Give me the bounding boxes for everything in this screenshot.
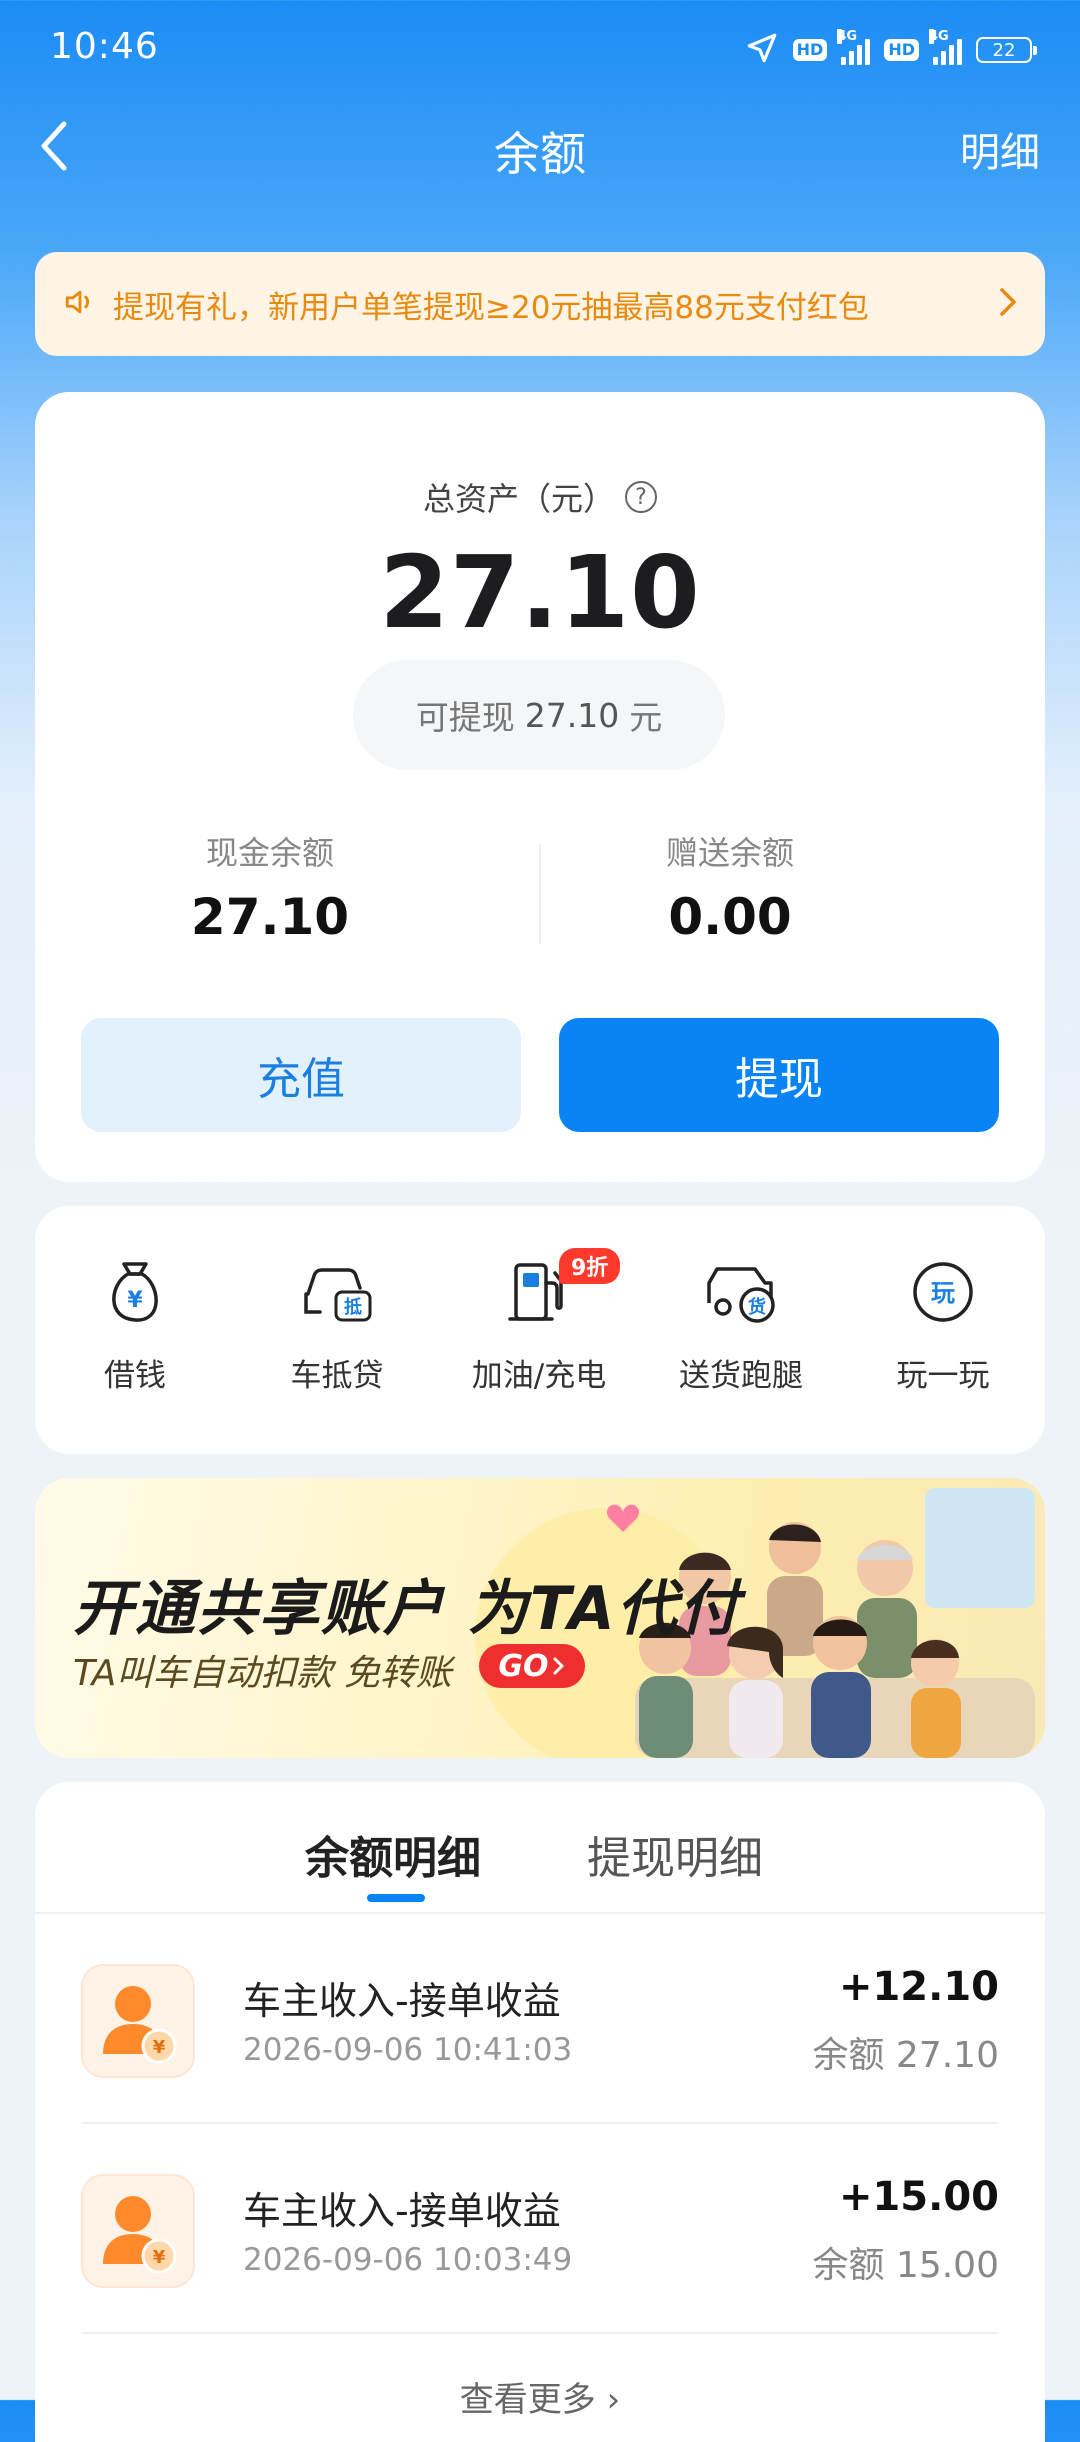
transaction-time: 2026-09-06 10:03:49 [243,2242,573,2278]
banner-subtitle: TA叫车自动扣款 免转账 [73,1653,452,1694]
notice-text: 提现有礼，新用户单笔提现≥20元抽最高88元支付红包 [113,289,869,326]
total-assets-label: 总资产（元） ? [35,474,1045,520]
status-icons: HD 4G HD 4G 22 [745,29,1037,70]
details-link[interactable]: 明细 [960,120,1040,178]
gift-balance-value: 0.00 [668,888,792,946]
balance-after: 余额 15.00 [812,2245,999,2286]
status-time: 10:46 [50,26,159,67]
chevron-right-icon [997,285,1019,323]
signal-icon: 4G [837,29,871,65]
page-title: 余额 [494,127,586,181]
transaction-time: 2026-09-06 10:41:03 [243,2032,573,2068]
records-card: 余额明细 提现明细 ¥ 车主收入-接单收益 2026-09-06 10:41:0… [35,1782,1045,2442]
recharge-button[interactable]: 充值 [81,1018,521,1132]
gift-balance-label: 赠送余额 [665,834,794,872]
balance-after: 余额 27.10 [812,2035,999,2076]
signal-icon: 4G [929,29,962,65]
tab-withdraw-details[interactable]: 提现明细 [587,1822,763,1886]
notice-bar[interactable]: 提现有礼，新用户单笔提现≥20元抽最高88元支付红包 [35,252,1045,356]
svg-text:¥: ¥ [127,1288,143,1313]
service-borrow[interactable]: ¥ 借钱 [35,1246,235,1395]
svg-text:¥: ¥ [153,2037,166,2058]
hd-icon: HD [792,39,828,61]
withdrawable-pill: 可提现 27.10 元 [353,660,725,770]
income-icon: ¥ [81,2174,195,2288]
service-delivery[interactable]: 货 送货跑腿 [641,1246,841,1395]
battery-icon: 22 [976,37,1037,63]
status-bar: 10:46 HD 4G HD 4G 22 [0,0,1080,100]
banner-title: 开通共享账户 为TA代付 [73,1574,741,1644]
svg-text:抵: 抵 [344,1296,362,1318]
svg-text:¥: ¥ [153,2247,166,2268]
tab-balance-details[interactable]: 余额明细 [305,1822,481,1886]
transaction-row[interactable]: ¥ 车主收入-接单收益 2026-09-06 10:03:49 +15.00 余… [35,2124,1045,2334]
car-loan-icon: 抵 [298,1258,376,1330]
withdrawable-unit: 元 [629,698,663,737]
withdrawable-label: 可提现 [415,698,515,737]
svg-text:玩: 玩 [931,1279,955,1307]
service-fuel-charge[interactable]: 9折 加油/充电 [439,1246,639,1395]
delivery-van-icon: 货 [701,1257,781,1331]
divider [81,2332,999,2334]
service-play[interactable]: 玩 玩一玩 [843,1246,1043,1395]
promo-banner[interactable]: 开通共享账户 为TA代付 TA叫车自动扣款 免转账 GO [35,1478,1045,1758]
service-label: 借钱 [104,1358,166,1394]
money-bag-icon: ¥ [100,1256,170,1332]
transaction-amount: +12.10 [838,1964,999,2010]
banner-go-button[interactable]: GO [479,1644,585,1688]
service-label: 送货跑腿 [679,1358,803,1394]
transaction-amount: +15.00 [838,2174,999,2220]
play-icon: 玩 [910,1259,976,1329]
go-label: GO [498,1648,549,1684]
service-label: 加油/充电 [471,1358,607,1394]
discount-badge: 9折 [559,1248,621,1284]
transaction-title: 车主收入-接单收益 [243,2189,561,2233]
withdrawable-amount: 27.10 [524,695,620,735]
balance-card: 总资产（元） ? 27.10 可提现 27.10 元 现金余额 27.10 赠送… [35,392,1045,1182]
total-assets-text: 总资产（元） [422,480,615,518]
transaction-row[interactable]: ¥ 车主收入-接单收益 2026-09-06 10:41:03 +12.10 余… [35,1914,1045,2124]
service-car-loan[interactable]: 抵 车抵贷 [237,1246,437,1395]
cash-balance-label: 现金余额 [205,834,334,872]
divider [539,844,541,944]
withdraw-button[interactable]: 提现 [559,1018,999,1132]
services-grid: ¥ 借钱 抵 车抵贷 9折 加油/充电 货 送货跑腿 玩 玩一玩 [35,1206,1045,1454]
tab-indicator [367,1894,425,1902]
cash-balance-value: 27.10 [190,888,350,946]
transaction-title: 车主收入-接单收益 [243,1979,561,2023]
total-assets-amount: 27.10 [379,534,701,651]
view-more-link[interactable]: 查看更多 › [35,2372,1045,2421]
income-icon: ¥ [81,1964,195,2078]
speaker-icon [63,285,97,323]
svg-text:货: 货 [748,1296,766,1318]
service-label: 车抵贷 [290,1358,384,1394]
chevron-right-icon [552,1656,566,1676]
hd-icon: HD [884,39,919,61]
location-icon [745,31,779,69]
service-label: 玩一玩 [896,1358,990,1394]
help-icon[interactable]: ? [625,481,657,513]
